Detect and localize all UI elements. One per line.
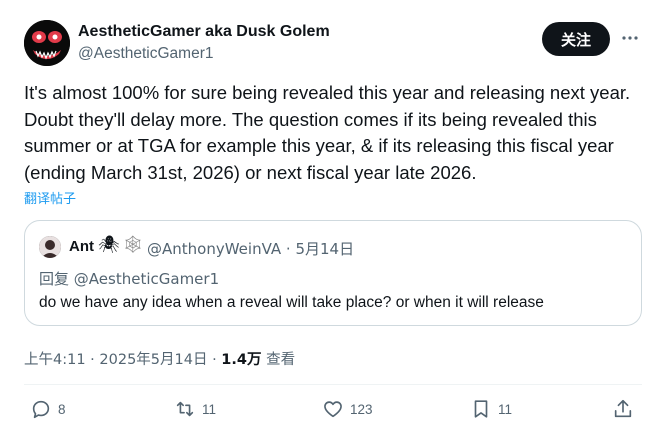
follow-button[interactable]: 关注	[542, 22, 610, 56]
author-handle[interactable]: @AestheticGamer1	[78, 45, 213, 63]
view-count: 1.4万	[221, 352, 262, 368]
quote-author-name[interactable]: Ant	[69, 238, 94, 255]
views-label: 查看	[261, 352, 296, 368]
quote-author-avatar[interactable]	[39, 236, 61, 258]
bookmark-button[interactable]: 11	[470, 398, 512, 420]
translate-post-link[interactable]: 翻译帖子	[24, 188, 76, 207]
author-avatar[interactable]	[24, 20, 70, 66]
quote-reply-context: 回复 @AestheticGamer1	[39, 268, 219, 289]
reply-to-handle[interactable]: @AestheticGamer1	[74, 270, 219, 288]
repost-count: 11	[202, 401, 217, 417]
quote-author-handle-date[interactable]: @AnthonyWeinVA · 5月14日	[147, 238, 354, 259]
divider	[24, 384, 642, 385]
like-button[interactable]: 123	[322, 398, 373, 420]
spider-icon: 🕷	[98, 235, 120, 254]
spider-web-icon: 🕸	[122, 235, 144, 254]
share-icon	[614, 399, 632, 418]
like-count: 123	[350, 401, 373, 417]
reply-count: 8	[58, 401, 66, 417]
reply-button[interactable]: 8	[30, 398, 66, 420]
heart-icon	[324, 401, 342, 418]
bookmark-count: 11	[498, 401, 513, 417]
tweet-header: AestheticGamer aka Dusk Golem @Aesthetic…	[24, 20, 642, 70]
tweet-meta: 上午4:11 · 2025年5月14日 · 1.4万 查看	[24, 348, 295, 369]
red-eyed-monster-avatar-icon	[24, 20, 70, 66]
share-button[interactable]	[612, 398, 634, 420]
reply-icon	[32, 400, 50, 419]
reply-prefix: 回复	[39, 270, 70, 288]
bookmark-icon	[474, 400, 488, 418]
author-name[interactable]: AestheticGamer aka Dusk Golem	[78, 23, 330, 41]
quoted-tweet[interactable]: Ant 🕷 🕸 @AnthonyWeinVA · 5月14日 回复 @Aesth…	[24, 220, 642, 326]
more-dots-icon[interactable]	[618, 26, 642, 50]
repost-icon	[176, 401, 194, 417]
quote-text: do we have any idea when a reveal will t…	[39, 294, 544, 311]
action-bar: 8 11 123 11	[24, 398, 642, 428]
user-avatar-icon	[39, 236, 61, 258]
repost-button[interactable]: 11	[174, 398, 216, 420]
tweet-timestamp[interactable]: 上午4:11 · 2025年5月14日 ·	[24, 352, 221, 368]
tweet-text: It's almost 100% for sure being revealed…	[24, 82, 631, 183]
